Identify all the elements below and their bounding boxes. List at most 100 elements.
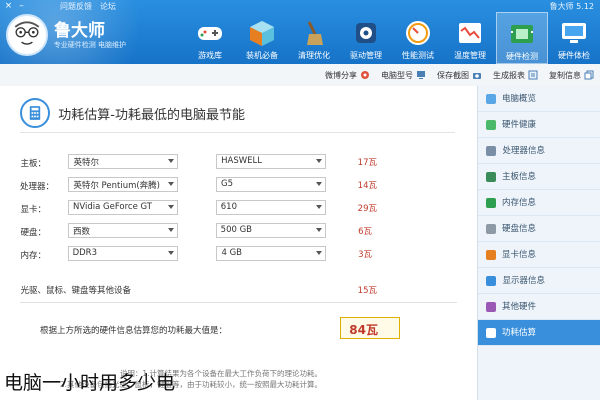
brand-select[interactable]: 英特尔 Pentium(奔腾) xyxy=(68,177,178,192)
monitor-icon xyxy=(562,23,586,43)
nav-item-performance[interactable]: 性能测试 xyxy=(392,12,444,64)
window-controls: – × xyxy=(4,1,26,11)
save-screenshot-label: 保存截图 xyxy=(437,70,469,80)
brand-select[interactable]: NVidia GeForce GT xyxy=(68,200,178,215)
sidebar-item-label: 硬盘信息 xyxy=(502,224,537,234)
calculator-icon xyxy=(20,98,50,128)
nav-label: 硬件检测 xyxy=(506,52,538,61)
model-select[interactable]: 4 GB xyxy=(216,246,326,261)
chevron-down-icon xyxy=(168,205,174,209)
nav-item-drivers[interactable]: 驱动管理 xyxy=(340,12,392,64)
total-power-box: 84瓦 xyxy=(340,317,400,339)
nav-label: 清理优化 xyxy=(298,51,330,60)
gauge-icon xyxy=(406,21,430,45)
model-select[interactable]: 500 GB xyxy=(216,223,326,238)
watts-value: 15瓦 xyxy=(358,286,378,296)
nav-item-games[interactable]: 游戏库 xyxy=(184,12,236,64)
chevron-down-icon xyxy=(316,159,322,163)
other-devices-label: 光驱、鼠标、键盘等其他设备 xyxy=(20,286,131,296)
generate-report-label: 生成报表 xyxy=(493,70,525,80)
divider xyxy=(20,132,455,133)
select-value: 610 xyxy=(221,202,238,212)
sidebar-item-display[interactable]: 显示器信息 xyxy=(478,268,600,294)
sidebar-item-motherboard[interactable]: 主板信息 xyxy=(478,164,600,190)
row-other-devices: 光驱、鼠标、键盘等其他设备 15瓦 xyxy=(0,284,477,300)
select-value: 500 GB xyxy=(221,225,253,235)
nav-item-cleanup[interactable]: 清理优化 xyxy=(288,12,340,64)
chevron-down-icon xyxy=(168,159,174,163)
thermometer-icon xyxy=(459,23,481,43)
pc-icon xyxy=(417,71,425,79)
total-description: 根据上方所选的硬件信息估算您的功耗最大值是： xyxy=(40,326,228,336)
copy-info-label: 复制信息 xyxy=(549,70,581,80)
weibo-icon xyxy=(361,71,369,79)
camera-icon xyxy=(473,73,481,79)
nav-label: 装机必备 xyxy=(246,51,278,60)
select-value: 英特尔 xyxy=(73,158,99,168)
sidebar-item-label: 内存信息 xyxy=(502,198,537,208)
report-icon xyxy=(528,70,538,80)
model-select[interactable]: HASWELL xyxy=(216,154,326,169)
forum-link[interactable]: 论坛 xyxy=(100,1,116,12)
chip-icon xyxy=(511,25,533,43)
page-title: 功耗估算-功耗最低的电脑最节能 xyxy=(58,108,245,123)
row-gpu: 显卡： NVidia GeForce GT 610 29瓦 xyxy=(0,200,477,218)
brand-select[interactable]: DDR3 xyxy=(68,246,178,261)
nav-item-temperature[interactable]: 温度管理 xyxy=(444,12,496,64)
pc-model-label: 电脑型号 xyxy=(381,70,413,80)
nav-item-hardware-check[interactable]: 硬件体检 xyxy=(548,12,600,64)
close-icon[interactable]: × xyxy=(4,1,13,11)
save-screenshot-button[interactable]: 保存截图 xyxy=(437,68,482,82)
row-label: 处理器： xyxy=(20,182,55,192)
model-select[interactable]: G5 xyxy=(216,177,326,192)
pc-model-button[interactable]: 电脑型号 xyxy=(381,68,426,82)
watts-value: 3瓦 xyxy=(358,250,372,260)
copy-icon xyxy=(584,70,594,80)
app-slogan: 专业硬件检测 电脑维护 xyxy=(54,41,127,49)
row-label: 主板： xyxy=(20,159,46,169)
row-memory: 内存： DDR3 4 GB 3瓦 xyxy=(0,246,477,264)
feedback-link[interactable]: 问题反馈 xyxy=(60,1,92,12)
generate-report-button[interactable]: 生成报表 xyxy=(493,68,538,82)
caption: 电脑一小时用多少电 xyxy=(4,372,176,394)
sidebar-item-overview[interactable]: 电脑概览 xyxy=(478,86,600,112)
mascot-avatar-icon xyxy=(6,14,48,56)
nav-label: 驱动管理 xyxy=(350,51,382,60)
sidebar-item-label: 主板信息 xyxy=(502,172,537,182)
sidebar-item-disk[interactable]: 硬盘信息 xyxy=(478,216,600,242)
nav-label: 性能测试 xyxy=(402,51,434,60)
box-icon xyxy=(250,21,274,46)
share-weibo-button[interactable]: 微博分享 xyxy=(325,68,370,82)
gamepad-icon xyxy=(198,27,222,40)
sidebar: 电脑概览 硬件健康 处理器信息 主板信息 内存信息 硬盘信息 显卡信息 显示器信… xyxy=(477,86,600,400)
mirrored-screenshot: 鲁大师 5.12 论坛 问题反馈 – × 硬件体检 硬件检测 温度管理 性能测试… xyxy=(0,0,600,400)
sidebar-item-other[interactable]: 其他硬件 xyxy=(478,294,600,320)
model-select[interactable]: 610 xyxy=(216,200,326,215)
watts-value: 17瓦 xyxy=(358,158,378,168)
sidebar-item-health[interactable]: 硬件健康 xyxy=(478,112,600,138)
row-disk: 硬盘： 西数 500 GB 6瓦 xyxy=(0,223,477,241)
sidebar-item-label: 处理器信息 xyxy=(502,146,545,156)
sidebar-item-cpu[interactable]: 处理器信息 xyxy=(478,138,600,164)
sidebar-item-label: 功耗估算 xyxy=(502,328,537,338)
row-motherboard: 主板： 英特尔 HASWELL 17瓦 xyxy=(0,154,477,172)
chevron-down-icon xyxy=(168,228,174,232)
brand-select[interactable]: 英特尔 xyxy=(68,154,178,169)
chevron-down-icon xyxy=(316,182,322,186)
power-estimate-panel: 功耗估算-功耗最低的电脑最节能 主板： 英特尔 HASWELL 17瓦 处理器：… xyxy=(0,86,477,400)
sidebar-item-power[interactable]: 功耗估算 xyxy=(478,320,600,346)
chevron-down-icon xyxy=(316,228,322,232)
broom-icon xyxy=(307,21,323,45)
sidebar-item-gpu[interactable]: 显卡信息 xyxy=(478,242,600,268)
nav-item-essentials[interactable]: 装机必备 xyxy=(236,12,288,64)
app-header: 鲁大师 5.12 论坛 问题反馈 – × 硬件体检 硬件检测 温度管理 性能测试… xyxy=(0,0,600,64)
sidebar-item-memory[interactable]: 内存信息 xyxy=(478,190,600,216)
brand-select[interactable]: 西数 xyxy=(68,223,178,238)
minimize-icon[interactable]: – xyxy=(17,1,26,11)
chevron-down-icon xyxy=(316,205,322,209)
nav-item-hardware-detect[interactable]: 硬件检测 xyxy=(496,12,548,64)
select-value: G5 xyxy=(221,179,233,189)
main-nav: 硬件体检 硬件检测 温度管理 性能测试 驱动管理 清理优化 装机必备 游戏库 xyxy=(180,12,600,64)
select-value: 英特尔 Pentium(奔腾) xyxy=(73,181,160,191)
copy-info-button[interactable]: 复制信息 xyxy=(549,68,594,82)
